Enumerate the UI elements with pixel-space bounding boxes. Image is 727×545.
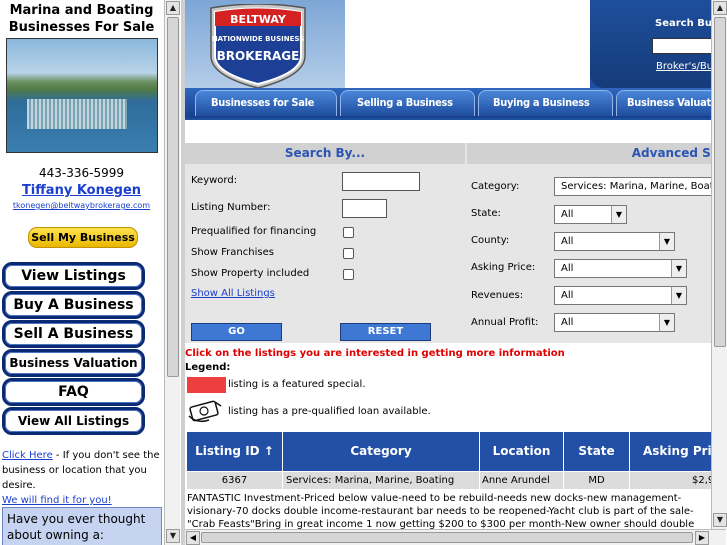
sidebar-title-line2: Businesses For Sale: [8, 20, 155, 35]
state-select[interactable]: All ▼: [554, 205, 627, 224]
custom-search-note: Click Here - If you don't see the busine…: [2, 448, 162, 508]
right-vertical-scrollbar[interactable]: ▲ ▼: [711, 0, 727, 529]
left-sidebar: Marina and Boating Businesses For Sale 4…: [0, 0, 163, 545]
legend-loan-text: listing has a pre-qualified loan availab…: [228, 406, 431, 417]
annual-profit-label: Annual Profit:: [471, 317, 539, 328]
nav-buy-business-button[interactable]: Buy A Business: [2, 291, 145, 319]
cell-location[interactable]: Anne Arundel: [480, 472, 564, 489]
scroll-up-arrow-icon[interactable]: ▲: [713, 1, 727, 15]
prequalified-checkbox[interactable]: [343, 227, 354, 238]
scroll-left-arrow-icon[interactable]: ◀: [186, 531, 200, 545]
category-value: Services: Marina, Marine, Boating: [561, 181, 727, 192]
state-value: All: [561, 209, 574, 220]
logo-mid-text: NATIONWIDE BUSINESS: [212, 35, 304, 43]
brokers-buyers-link[interactable]: Broker's/Buy: [656, 61, 719, 72]
chevron-down-icon: ▼: [671, 287, 686, 304]
nav-faq-button[interactable]: FAQ: [2, 378, 145, 406]
county-value: All: [561, 236, 574, 247]
cell-state[interactable]: MD: [564, 472, 630, 489]
prequalified-label: Prequalified for financing: [191, 226, 317, 237]
listing-number-label: Listing Number:: [191, 202, 271, 213]
col-header-state[interactable]: State: [564, 432, 630, 471]
keyword-label: Keyword:: [191, 175, 238, 186]
scroll-up-arrow-icon[interactable]: ▲: [166, 1, 180, 15]
sell-my-business-button[interactable]: Sell My Business: [28, 227, 138, 248]
listings-instruction: Click on the listings you are interested…: [185, 348, 565, 359]
show-all-listings-link[interactable]: Show All Listings: [191, 288, 275, 299]
annual-profit-value: All: [561, 317, 574, 328]
agent-name-link[interactable]: Tiffany Konegen: [0, 183, 163, 198]
chevron-down-icon: ▼: [659, 314, 674, 331]
asking-price-select[interactable]: All ▼: [554, 259, 687, 278]
scroll-down-arrow-icon[interactable]: ▼: [713, 513, 727, 527]
annual-profit-select[interactable]: All ▼: [554, 313, 675, 332]
tab-buying-a-business[interactable]: Buying a Business: [493, 91, 590, 115]
nav-view-all-listings-button[interactable]: View All Listings: [2, 407, 145, 435]
header-banner: BELTWAY NATIONWIDE BUSINESS BROKERAGE Se…: [185, 0, 727, 120]
chevron-down-icon: ▼: [611, 206, 626, 223]
asking-price-value: All: [561, 263, 574, 274]
legend-label: Legend:: [185, 362, 231, 373]
go-button[interactable]: GO: [191, 323, 282, 341]
reset-button[interactable]: RESET: [340, 323, 431, 341]
property-checkbox[interactable]: [343, 269, 354, 280]
chevron-down-icon: ▼: [659, 233, 674, 250]
franchises-label: Show Franchises: [191, 247, 274, 258]
legend-featured-text: listing is a featured special.: [228, 379, 366, 390]
county-select[interactable]: All ▼: [554, 232, 675, 251]
thought-box: Have you ever thought about owning a:: [2, 507, 162, 545]
agent-email-link[interactable]: tkonegen@beltwaybrokerage.com: [0, 201, 163, 210]
revenues-label: Revenues:: [471, 290, 524, 301]
state-label: State:: [471, 208, 501, 219]
keyword-input[interactable]: [342, 172, 420, 191]
asking-price-label: Asking Price:: [471, 262, 536, 273]
listing-number-input[interactable]: [342, 199, 387, 218]
agent-phone: 443-336-5999: [38, 166, 124, 180]
county-label: County:: [471, 235, 510, 246]
beltway-shield-logo-icon[interactable]: BELTWAY NATIONWIDE BUSINESS BROKERAGE: [203, 4, 313, 90]
find-it-link[interactable]: We will find it for you!: [2, 495, 112, 506]
nav-business-valuation-button[interactable]: Business Valuation: [2, 349, 145, 377]
right-frame: BELTWAY NATIONWIDE BUSINESS BROKERAGE Se…: [185, 0, 727, 545]
h-scroll-thumb[interactable]: [201, 532, 693, 543]
scroll-down-arrow-icon[interactable]: ▼: [166, 529, 180, 543]
col-header-category[interactable]: Category: [283, 432, 480, 471]
logo-top-text: BELTWAY: [230, 13, 287, 26]
col-header-location[interactable]: Location: [480, 432, 564, 471]
revenues-select[interactable]: All ▼: [554, 286, 687, 305]
logo-bottom-text: BROKERAGE: [217, 49, 300, 63]
right-horizontal-scrollbar[interactable]: ◀ ▶: [185, 529, 726, 545]
scroll-thumb[interactable]: [714, 17, 726, 347]
scroll-thumb[interactable]: [167, 17, 179, 377]
tab-selling-a-business[interactable]: Selling a Business: [357, 91, 453, 115]
category-label: Category:: [471, 181, 520, 192]
cell-listing-id[interactable]: 6367: [187, 472, 283, 489]
col-header-listing-id[interactable]: Listing ID ↑: [187, 432, 283, 471]
click-here-link[interactable]: Click Here: [2, 450, 53, 461]
chevron-down-icon: ▼: [671, 260, 686, 277]
scroll-right-arrow-icon[interactable]: ▶: [695, 531, 709, 545]
nav-view-listings-button[interactable]: View Listings: [2, 262, 145, 290]
featured-swatch: [187, 377, 226, 393]
category-select[interactable]: Services: Marina, Marine, Boating: [554, 177, 727, 196]
advanced-search-heading: Advanced Sea: [467, 143, 727, 164]
sidebar-title-line1: Marina and Boating: [9, 3, 154, 18]
tab-businesses-for-sale[interactable]: Businesses for Sale: [211, 91, 314, 115]
property-label: Show Property included: [191, 268, 310, 279]
left-vertical-scrollbar[interactable]: ▲ ▼: [164, 0, 180, 545]
money-loan-icon: [188, 400, 222, 423]
left-frame: Marina and Boating Businesses For Sale 4…: [0, 0, 181, 545]
marina-photo: [6, 38, 158, 153]
cell-category[interactable]: Services: Marina, Marine, Boating: [283, 472, 480, 489]
search-by-heading: Search By...: [185, 143, 465, 164]
sidebar-title: Marina and Boating Businesses For Sale: [0, 2, 163, 36]
nav-sell-business-button[interactable]: Sell A Business: [2, 320, 145, 348]
franchises-checkbox[interactable]: [343, 248, 354, 259]
revenues-value: All: [561, 290, 574, 301]
